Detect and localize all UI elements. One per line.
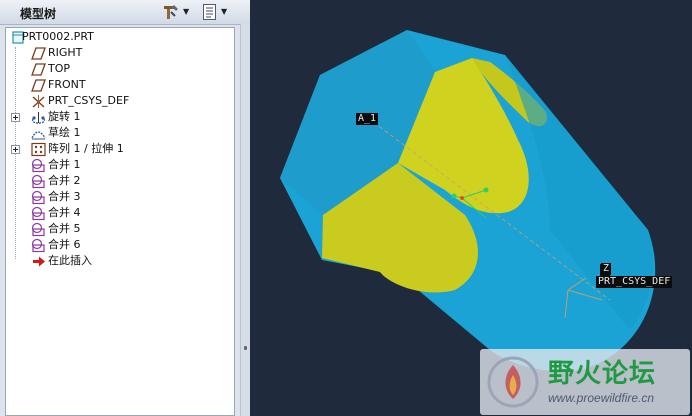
- fire-logo-icon: [487, 356, 539, 408]
- expand-plus-icon[interactable]: [11, 112, 20, 122]
- chevron-down-icon: ▼: [221, 7, 228, 16]
- tree-item-label: 草绘 1: [48, 126, 81, 139]
- tree-item-merge-4[interactable]: 合并 4: [6, 205, 232, 221]
- tree-settings-button[interactable]: ▼: [162, 2, 189, 21]
- datum-plane-icon: [31, 78, 46, 92]
- tree-item-label: 合并 6: [48, 238, 81, 251]
- tree-item-revolve[interactable]: 旋转 1: [6, 109, 232, 125]
- tree-item-label: RIGHT: [48, 46, 83, 59]
- tree-show-button[interactable]: ▼: [202, 2, 227, 21]
- tree-item-label: TOP: [48, 62, 71, 75]
- tree-item-label: PRT_CSYS_DEF: [48, 94, 130, 107]
- tree-item-csys[interactable]: PRT_CSYS_DEF: [6, 93, 232, 109]
- tree-item-label: 合并 5: [48, 222, 81, 235]
- splitter-grip[interactable]: [244, 346, 247, 350]
- tree-item-front[interactable]: FRONT: [6, 77, 232, 93]
- insert-here-arrow-icon: [33, 256, 45, 266]
- tree-item-label: 合并 4: [48, 206, 81, 219]
- tree-item-label: 阵列 1 / 拉伸 1: [48, 142, 124, 155]
- tree-item-sketch[interactable]: 草绘 1: [6, 125, 232, 141]
- csys-def-label[interactable]: PRT_CSYS_DEF: [596, 276, 673, 288]
- merge-icon: [31, 174, 45, 188]
- merge-icon: [31, 190, 45, 204]
- tree-item-label: 在此插入: [48, 254, 92, 267]
- model-tree-header: 模型树 ▼ ▼: [0, 0, 250, 25]
- datum-plane-icon: [31, 62, 46, 76]
- tree-item-merge-2[interactable]: 合并 2: [6, 173, 232, 189]
- tree-item-label: FRONT: [48, 78, 86, 91]
- watermark-title: 野火论坛: [548, 359, 657, 389]
- tree-item-top[interactable]: TOP: [6, 61, 232, 77]
- tree-root-item[interactable]: PRT0002.PRT: [6, 29, 232, 45]
- forum-watermark: 野火论坛 www.proewildfire.cn: [480, 349, 690, 415]
- merge-icon: [31, 158, 45, 172]
- revolve-icon: [31, 111, 46, 124]
- tree-item-insert-here[interactable]: 在此插入: [6, 253, 232, 269]
- tree-item-label: 合并 3: [48, 190, 81, 203]
- tree-item-label: 合并 2: [48, 174, 81, 187]
- pattern-icon: [31, 142, 46, 156]
- model-tree: PRT0002.PRT RIGHT TOP FRONT PRT_CSYS_DEF…: [5, 27, 235, 416]
- tree-settings-icon: [164, 4, 178, 19]
- csys-icon: [32, 94, 45, 108]
- tree-item-pattern[interactable]: 阵列 1 / 拉伸 1: [6, 141, 232, 157]
- watermark-url: www.proewildfire.cn: [548, 391, 655, 405]
- panel-title: 模型树: [20, 7, 57, 21]
- merge-icon: [31, 206, 45, 220]
- tree-item-merge-1[interactable]: 合并 1: [6, 157, 232, 173]
- tree-item-merge-3[interactable]: 合并 3: [6, 189, 232, 205]
- tree-item-label: 合并 1: [48, 158, 81, 171]
- tree-item-merge-5[interactable]: 合并 5: [6, 221, 232, 237]
- merge-icon: [31, 238, 45, 252]
- tree-root-label: PRT0002.PRT: [22, 30, 94, 43]
- datum-plane-icon: [31, 46, 46, 60]
- merge-icon: [31, 222, 45, 236]
- chevron-down-icon: ▼: [183, 7, 190, 16]
- tree-show-icon: [203, 3, 216, 20]
- tree-item-right[interactable]: RIGHT: [6, 45, 232, 61]
- expand-plus-icon[interactable]: [11, 144, 20, 154]
- panel-splitter[interactable]: [240, 24, 250, 416]
- tree-item-merge-6[interactable]: 合并 6: [6, 237, 232, 253]
- axis-label-a1[interactable]: A_1: [356, 113, 379, 125]
- tree-item-label: 旋转 1: [48, 110, 81, 123]
- csys-z-label: Z: [601, 263, 612, 275]
- model-tree-panel: 模型树 ▼ ▼ PRT0002.PRT RIGHT TOP FRONT PRT_…: [0, 0, 250, 416]
- sketch-icon: [31, 130, 46, 139]
